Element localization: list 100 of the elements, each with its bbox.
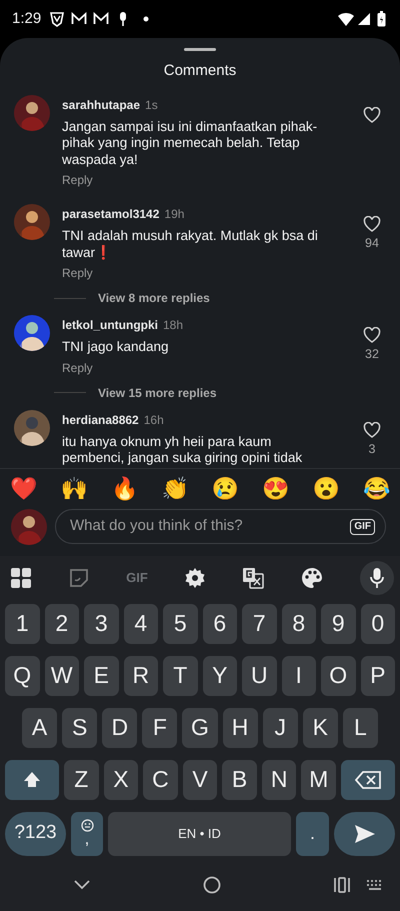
comment-time: 18h [163,318,184,332]
username[interactable]: herdiana8862 [62,412,139,426]
keyboard-key[interactable]: R [124,656,158,696]
sticker-icon[interactable] [69,568,90,588]
keyboard-key[interactable]: 9 [321,604,356,644]
home-icon[interactable] [202,876,221,894]
keyboard-key[interactable]: C [143,760,178,800]
settings-icon[interactable] [184,568,205,588]
keyboard-key[interactable]: G [182,708,218,748]
emoji-reaction[interactable]: 🙌 [60,472,88,504]
backspace-icon [355,770,382,788]
keyboard-key[interactable]: K [302,708,338,748]
like-count: 94 [365,235,379,252]
keyboard-key[interactable]: J [262,708,298,748]
keyboard-key[interactable]: P [360,656,395,696]
keyboard-icon[interactable] [366,879,384,891]
clock-time: 1:29 [12,8,42,29]
keyboard-key[interactable]: 5 [163,604,198,644]
keyboard-key[interactable]: V [182,760,218,800]
comma-label: , [84,832,90,848]
comment-text: TNI adalah musuh rakyat. Mutlak gk bsa di tawar❗ [62,228,318,261]
heart-icon[interactable] [363,327,381,343]
keyboard-key[interactable]: U [242,656,276,696]
username[interactable]: parasetamol3142 [62,207,160,221]
symbols-key[interactable]: ?123 [5,812,66,856]
reply-link[interactable]: Reply [62,264,93,282]
emoji-reaction[interactable]: 😮 [312,472,340,504]
grid-icon[interactable] [10,566,32,588]
mail-icon [71,11,88,27]
keyboard-key[interactable]: O [321,656,356,696]
recents-icon[interactable] [333,876,352,894]
keyboard-key[interactable]: W [44,656,79,696]
emoji-comma-key[interactable]: , [71,812,103,856]
keyboard-key[interactable]: T [163,656,198,696]
translate-icon[interactable] [242,566,264,588]
keyboard-key[interactable]: Y [202,656,237,696]
keyboard-key[interactable]: 8 [282,604,316,644]
comment-text: TNI jago kandang [62,339,170,356]
microphone-icon [370,566,384,588]
drag-handle[interactable] [184,48,216,51]
emoji-reaction[interactable]: 😂 [362,472,390,504]
palette-icon[interactable] [300,566,323,588]
emoji-reaction[interactable]: 👏 [161,472,188,504]
keyboard-key[interactable]: I [282,656,316,696]
keyboard-key[interactable]: 1 [5,604,40,644]
keyboard-key[interactable]: S [62,708,98,748]
emoji-reaction[interactable]: 😢 [212,472,239,504]
comment-time: 1s [145,98,158,112]
comment-time: 16h [144,412,164,426]
keyboard-key[interactable]: B [222,760,257,800]
keyboard-key[interactable]: 0 [360,604,395,644]
keyboard-key[interactable]: E [84,656,118,696]
reply-link[interactable]: Reply [62,171,93,189]
keyboard-key[interactable]: 3 [84,604,118,644]
wifi-icon [338,12,354,26]
shift-key[interactable] [5,760,59,800]
comment-text: Jangan sampai isu ini dimanfaatkan pihak-pihak yang ingin memecah belah. Tetap waspada ya! [62,118,318,168]
username[interactable]: sarahhutapae [62,98,140,112]
keyboard-key[interactable]: L [342,708,378,748]
keyboard-key[interactable]: M [301,760,336,800]
keyboard-key[interactable]: F [142,708,178,748]
chevron-down-icon[interactable] [74,880,90,890]
heart-icon[interactable] [363,422,381,438]
shield-icon [49,11,66,27]
keyboard-key[interactable]: Z [64,760,99,800]
keyboard-key[interactable]: X [104,760,138,800]
period-key[interactable]: . [296,812,329,856]
send-icon [354,824,376,844]
shift-icon [23,770,41,788]
emoji-reaction[interactable]: ❤ [10,472,37,504]
keyboard-key[interactable]: 7 [242,604,276,644]
like-count: 3 [368,440,376,458]
comment-input[interactable]: What do you think of this? GIF [55,509,386,544]
space-key[interactable]: EN • ID [108,812,291,856]
keyboard-key[interactable]: Q [5,656,40,696]
username[interactable]: letkol_untungpki [62,318,158,332]
backspace-key[interactable] [341,760,396,800]
heart-icon[interactable] [363,106,381,122]
keyboard-key[interactable]: N [262,760,296,800]
reply-link[interactable]: Reply [62,358,93,376]
keyboard-key[interactable]: 6 [202,604,237,644]
keyboard-key[interactable]: 2 [44,604,79,644]
battery-icon [377,11,386,27]
heart-icon[interactable] [363,216,381,232]
emoji-reaction[interactable]: 😍 [262,472,290,504]
signal-icon [357,12,371,26]
emoji-reaction[interactable]: 🔥 [110,472,138,504]
microphone-button[interactable] [360,560,394,594]
comment-text: itu hanya oknum yh heii para kaum pembenci, jangan suka giring opini tidak [62,434,304,466]
view-replies-link[interactable]: View 8 more replies [98,289,210,307]
send-key[interactable] [334,812,395,856]
dot-icon [143,16,150,22]
keyboard-key[interactable]: D [102,708,138,748]
like-count: 32 [365,346,379,363]
view-replies-link[interactable]: View 15 more replies [98,384,217,402]
keyboard-key[interactable]: H [222,708,258,748]
comment-time: 19h [164,207,184,221]
keyboard-key[interactable]: A [22,708,58,748]
gif-button[interactable]: GIF [350,518,375,534]
keyboard-key[interactable]: 4 [124,604,158,644]
